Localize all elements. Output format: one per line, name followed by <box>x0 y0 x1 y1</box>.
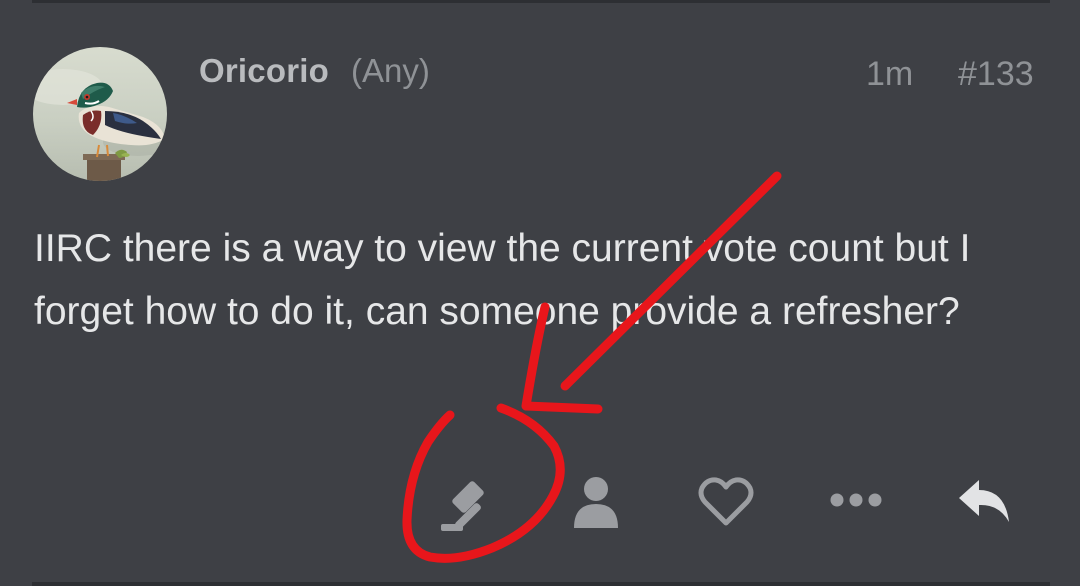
heart-icon[interactable] <box>698 476 754 528</box>
user-icon[interactable] <box>568 474 624 530</box>
user-flair: (Any) <box>351 52 430 89</box>
gavel-icon[interactable] <box>437 474 497 534</box>
wood-duck-photo <box>33 47 167 181</box>
bottom-divider <box>32 582 1050 586</box>
username[interactable]: Oricorio <box>199 52 329 90</box>
reply-icon[interactable] <box>955 476 1015 526</box>
post-number[interactable]: #133 <box>958 55 1034 94</box>
post-age[interactable]: 1m <box>866 55 913 94</box>
avatar[interactable] <box>33 47 167 181</box>
post-body: IIRC there is a way to view the current … <box>34 227 971 333</box>
more-icon[interactable] <box>828 490 884 510</box>
top-divider <box>32 0 1050 3</box>
